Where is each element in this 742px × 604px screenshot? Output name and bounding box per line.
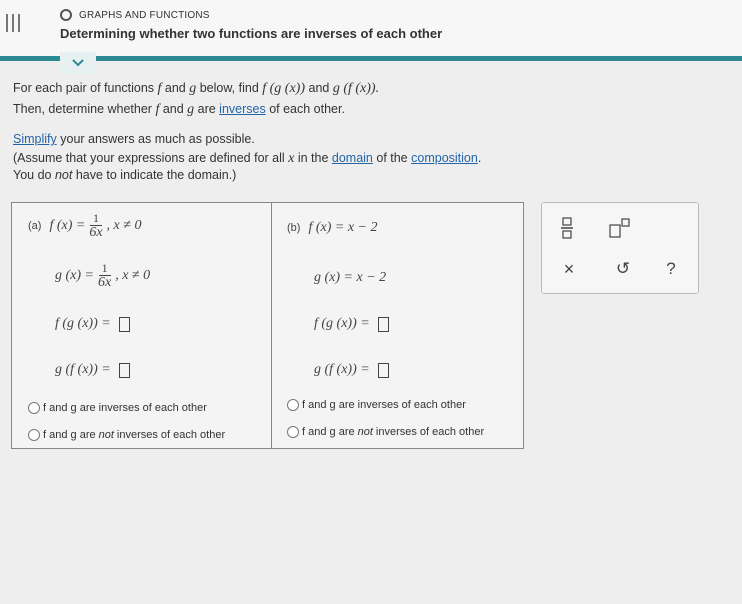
part-a-option-not-inverses[interactable]: f and g are not inverses of each other (28, 429, 225, 441)
topic-label: GRAPHS AND FUNCTIONS (79, 9, 210, 21)
gf-lhs: g (f (x)) = (314, 362, 370, 377)
f-def: f (x) = x − 2 (308, 220, 378, 235)
instruction-line-3: Simplify your answers as much as possibl… (13, 131, 255, 148)
text: For each pair of functions (13, 81, 158, 95)
option-label: f and g are inverses of each other (302, 399, 466, 411)
instruction-line-5: You do not have to indicate the domain.) (13, 167, 236, 184)
radio-button[interactable] (287, 426, 299, 438)
inverses-link[interactable]: inverses (219, 102, 266, 116)
undo-icon: ↺ (615, 259, 631, 278)
part-a-gf-answer-row: g (f (x)) = (55, 362, 130, 378)
instruction-line-1: For each pair of functions f and g below… (13, 80, 379, 97)
expr-fgx: f (g (x)) (262, 81, 306, 96)
gf-answer-input[interactable] (377, 362, 389, 378)
part-b-g-definition: g (x) = x − 2 (314, 270, 386, 286)
denominator: 6x (98, 275, 112, 290)
clear-button[interactable]: × (558, 257, 580, 281)
option-label: inverses of each other (375, 426, 485, 438)
help-button[interactable]: ? (660, 257, 682, 281)
text: in the (294, 151, 332, 165)
numerator: 1 (98, 261, 111, 276)
text: of the (372, 151, 412, 165)
fg-answer-input[interactable] (118, 316, 130, 332)
text: and (305, 81, 333, 95)
column-divider (271, 203, 272, 448)
option-label: f and g are inverses of each other (43, 402, 207, 414)
option-not: not (357, 426, 373, 438)
part-b-gf-answer-row: g (f (x)) = (314, 362, 389, 378)
part-b-label: (b) (287, 222, 301, 234)
text: and (159, 102, 188, 116)
text: . (477, 151, 482, 165)
text: (Assume that your expressions are define… (13, 151, 289, 165)
radio-button[interactable] (28, 429, 40, 441)
condition: , x ≠ 0 (106, 217, 142, 233)
fg-lhs: f (g (x)) = (55, 316, 111, 331)
text: your answers as much as possible. (56, 132, 255, 146)
page-title: Determining whether two functions are in… (60, 26, 443, 41)
text-not: not (54, 168, 73, 182)
instruction-line-2: Then, determine whether f and g are inve… (13, 101, 345, 118)
text: have to indicate the domain.) (72, 168, 237, 182)
superscript-icon (609, 218, 630, 238)
superscript-tool-button[interactable] (606, 215, 634, 241)
undo-button[interactable]: ↺ (612, 257, 634, 281)
part-b-f-definition: (b) f (x) = x − 2 (287, 220, 378, 236)
part-a-option-inverses[interactable]: f and g are inverses of each other (28, 402, 207, 414)
radio-button[interactable] (287, 399, 299, 411)
g-def: g (x) = x − 2 (314, 270, 387, 285)
part-b-fg-answer-row: f (g (x)) = (314, 316, 389, 332)
part-a-fg-answer-row: f (g (x)) = (55, 316, 130, 332)
option-label: f and g are (43, 429, 96, 441)
part-b-option-not-inverses[interactable]: f and g are not inverses of each other (287, 426, 484, 438)
gf-answer-input[interactable] (118, 362, 130, 378)
simplify-link[interactable]: Simplify (13, 132, 57, 146)
part-a-g-definition: g (x) = 1 6x , x ≠ 0 (55, 261, 150, 290)
close-icon: × (563, 258, 575, 279)
instruction-line-4: (Assume that your expressions are define… (13, 150, 481, 167)
fg-answer-input[interactable] (377, 316, 389, 332)
part-b-option-inverses[interactable]: f and g are inverses of each other (287, 399, 466, 411)
condition: , x ≠ 0 (115, 267, 151, 283)
text: are (194, 102, 220, 116)
text: Then, determine whether (13, 102, 156, 116)
f-lhs: f (x) = (49, 217, 86, 233)
option-label: inverses of each other (116, 429, 226, 441)
radio-button[interactable] (28, 402, 40, 414)
fg-lhs: f (g (x)) = (314, 316, 370, 331)
part-a-f-definition: (a) f (x) = 1 6x , x ≠ 0 (28, 211, 141, 240)
top-bar: GRAPHS AND FUNCTIONS Determining whether… (0, 0, 742, 61)
composition-link[interactable]: composition (411, 151, 478, 165)
domain-link[interactable]: domain (332, 151, 373, 165)
g-lhs: g (x) = (55, 267, 94, 283)
option-label: f and g are (302, 426, 355, 438)
fraction-tool-button[interactable] (556, 215, 578, 241)
text: and (161, 81, 190, 95)
problem-table: (a) f (x) = 1 6x , x ≠ 0 g (x) = 1 6x , x … (11, 202, 524, 449)
option-not: not (98, 429, 114, 441)
text: of each other. (265, 102, 345, 116)
topic-row: GRAPHS AND FUNCTIONS (60, 9, 210, 21)
progress-ring-icon (60, 9, 72, 21)
numerator: 1 (89, 211, 102, 226)
denominator: 6x (89, 225, 103, 240)
expr-gfx: g (f (x)). (332, 81, 380, 96)
gf-lhs: g (f (x)) = (55, 362, 111, 377)
fraction: 1 6x (89, 211, 102, 240)
fraction: 1 6x (98, 261, 111, 290)
math-tool-panel: × ↺ ? (541, 202, 699, 294)
hamburger-icon[interactable] (6, 14, 24, 32)
text: You do (13, 168, 55, 182)
fraction-icon (561, 217, 573, 239)
part-a-label: (a) (28, 219, 42, 232)
text: below, find (196, 81, 263, 95)
help-icon: ? (666, 259, 676, 278)
